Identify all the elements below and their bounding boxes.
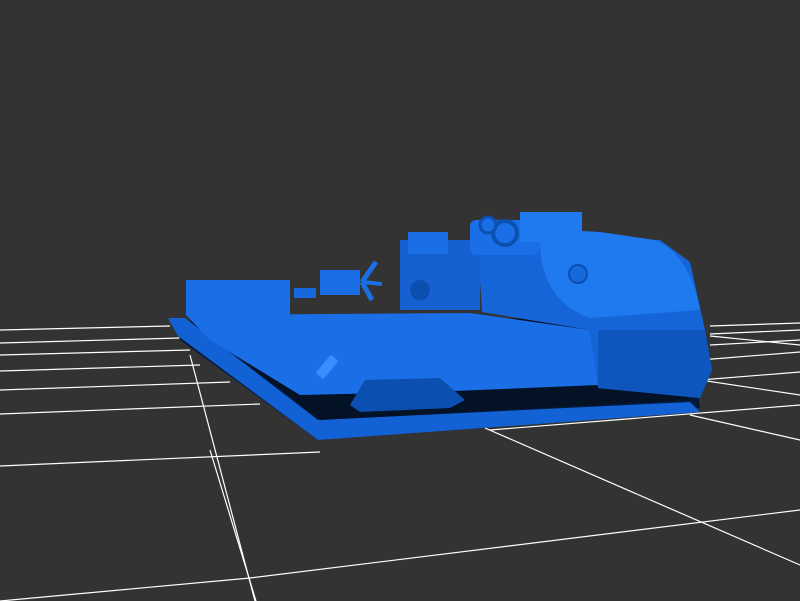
winch <box>294 260 383 302</box>
hull-wedge-front <box>598 330 712 398</box>
cowl-hatch <box>568 264 588 284</box>
3d-viewport[interactable] <box>0 0 800 601</box>
rear-platform <box>186 280 290 315</box>
scene-canvas[interactable] <box>0 0 800 601</box>
boat-model[interactable] <box>168 212 712 440</box>
